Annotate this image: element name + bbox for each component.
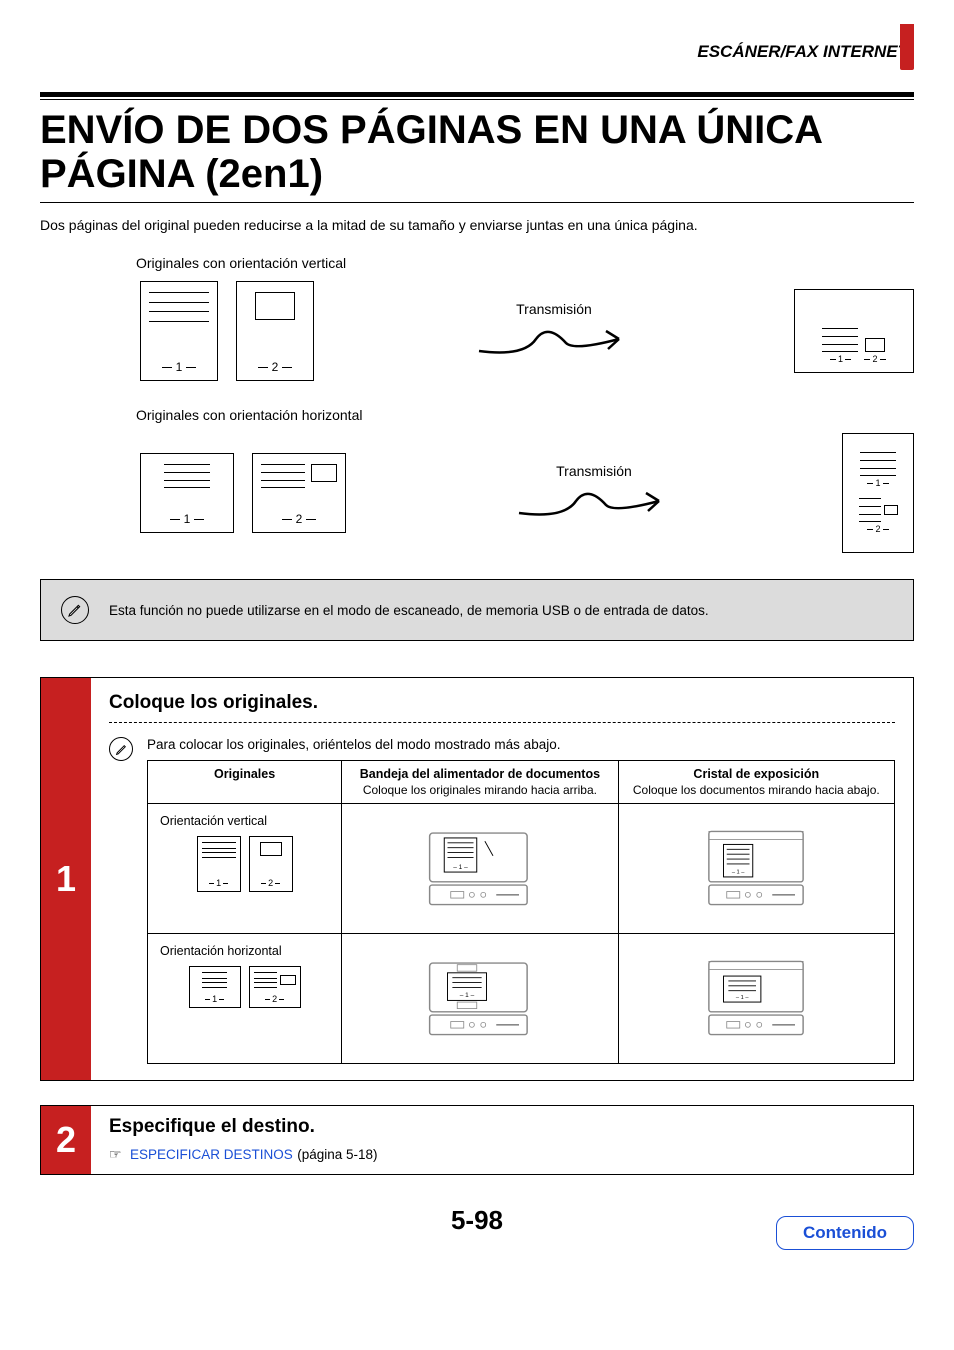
cell-portrait-originals: Orientación vertical 1 2: [148, 804, 342, 934]
printer-glass-icon: – 1 –: [691, 952, 821, 1044]
title-rule-bottom: [40, 202, 914, 203]
col-glass-header: Cristal de exposición Coloque los docume…: [618, 761, 894, 804]
step-1-number: 1: [41, 678, 91, 1080]
cell-portrait-glass: – 1 –: [618, 804, 894, 934]
cell-portrait-feeder: – 1 –: [342, 804, 618, 934]
contents-button[interactable]: Contenido: [776, 1216, 914, 1250]
note-icon: [61, 596, 89, 624]
placement-table: Originales Bandeja del alimentador de do…: [147, 760, 895, 1064]
pointer-icon: ☞: [109, 1146, 122, 1162]
original-page-2-landscape: 2: [252, 453, 346, 533]
page-reference: (página 5-18): [297, 1147, 377, 1162]
title-rule-top: [40, 92, 914, 100]
step-1: 1 Coloque los originales. Para colocar l…: [40, 677, 914, 1081]
printer-feeder-icon: – 1 –: [415, 952, 545, 1044]
svg-text:– 1 –: – 1 –: [460, 992, 475, 999]
step-2-number: 2: [41, 1106, 91, 1174]
transmission-label: Transmisión: [556, 463, 632, 479]
cell-landscape-glass: – 1 –: [618, 934, 894, 1064]
svg-text:– 1 –: – 1 –: [736, 994, 749, 1000]
chapter-tab: [900, 24, 914, 70]
landscape-diagram-label: Originales con orientación horizontal: [136, 407, 914, 423]
cell-landscape-originals: Orientación horizontal 1 2: [148, 934, 342, 1064]
result-page-portrait: 1 2: [794, 289, 914, 373]
col-originals-header: Originales: [148, 761, 342, 804]
original-page-1-landscape: 1: [140, 453, 234, 533]
intro-text: Dos páginas del original pueden reducirs…: [40, 217, 914, 233]
step-1-subtext: Para colocar los originales, oriéntelos …: [147, 737, 895, 752]
page-title: ENVÍO DE DOS PÁGINAS EN UNA ÚNICA PÁGINA…: [40, 108, 914, 196]
printer-glass-icon: – 1 –: [691, 822, 821, 914]
original-page-1-portrait: 1: [140, 281, 218, 381]
portrait-diagram: Originales con orientación vertical 1 2 …: [140, 255, 914, 381]
note-box: Esta función no puede utilizarse en el m…: [40, 579, 914, 641]
note-icon: [109, 737, 133, 761]
portrait-diagram-label: Originales con orientación vertical: [136, 255, 914, 271]
landscape-diagram: Originales con orientación horizontal 1 …: [140, 407, 914, 553]
result-page-landscape: 1 2: [842, 433, 914, 553]
transmission-label: Transmisión: [516, 301, 592, 317]
section-header: ESCÁNER/FAX INTERNET: [40, 42, 914, 62]
original-page-2-portrait: 2: [236, 281, 314, 381]
printer-feeder-icon: – 1 –: [415, 822, 545, 914]
cell-landscape-feeder: – 1 –: [342, 934, 618, 1064]
specify-destinations-link[interactable]: ESPECIFICAR DESTINOS: [130, 1147, 293, 1162]
step-1-title: Coloque los originales.: [109, 692, 895, 714]
svg-text:– 1 –: – 1 –: [453, 863, 468, 870]
dashed-divider: [109, 722, 895, 723]
note-text: Esta función no puede utilizarse en el m…: [109, 603, 709, 618]
step-2: 2 Especifique el destino. ☞ ESPECIFICAR …: [40, 1105, 914, 1175]
transmission-arrow-icon: [474, 321, 634, 361]
svg-text:– 1 –: – 1 –: [732, 869, 745, 875]
col-feeder-header: Bandeja del alimentador de documentos Co…: [342, 761, 618, 804]
step-2-title: Especifique el destino.: [109, 1116, 895, 1138]
transmission-arrow-icon: [514, 483, 674, 523]
